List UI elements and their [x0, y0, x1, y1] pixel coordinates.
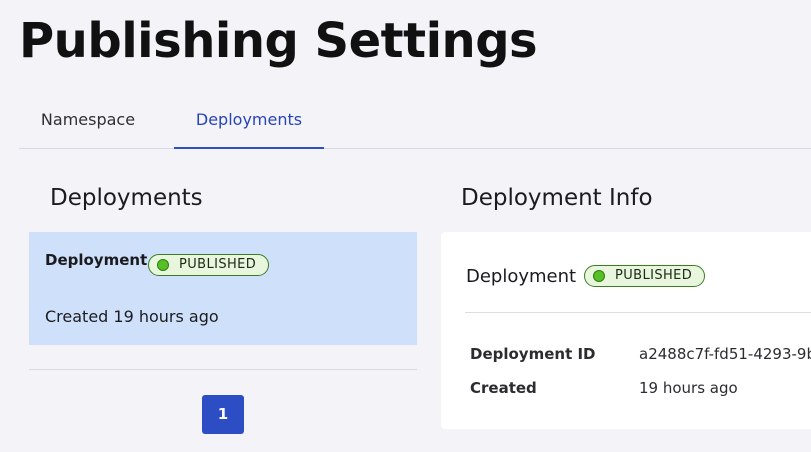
deployment-created-text: Created 19 hours ago: [45, 307, 219, 326]
created-label: Created: [470, 379, 537, 397]
deployment-info-panel: Deployment PUBLISHED Deployment ID a2488…: [441, 232, 811, 429]
status-badge: PUBLISHED: [148, 254, 270, 276]
list-divider: [29, 369, 417, 370]
info-status-badge-label: PUBLISHED: [615, 268, 693, 283]
status-badge-label: PUBLISHED: [179, 257, 257, 272]
deployment-id-label: Deployment ID: [470, 345, 596, 363]
deployment-id-value: a2488c7f-fd51-4293-9b: [639, 345, 811, 363]
pagination-page-button[interactable]: 1: [202, 395, 244, 434]
deployment-list-item[interactable]: Deployment PUBLISHED Created 19 hours ag…: [29, 232, 417, 345]
deployment-info-title: Deployment Info: [461, 185, 653, 211]
status-dot-icon: [593, 270, 605, 282]
page-title: Publishing Settings: [19, 13, 538, 69]
deployments-section-title: Deployments: [50, 185, 203, 211]
created-value: 19 hours ago: [639, 379, 738, 397]
info-status-badge: PUBLISHED: [584, 265, 706, 287]
tab-bar: Namespace Deployments: [19, 96, 811, 149]
tab-deployments[interactable]: Deployments: [174, 96, 324, 149]
deployment-name: Deployment: [45, 251, 148, 269]
status-dot-icon: [157, 259, 169, 271]
tab-namespace[interactable]: Namespace: [19, 96, 157, 147]
info-divider: [465, 312, 811, 313]
info-deployment-name: Deployment: [466, 266, 577, 287]
